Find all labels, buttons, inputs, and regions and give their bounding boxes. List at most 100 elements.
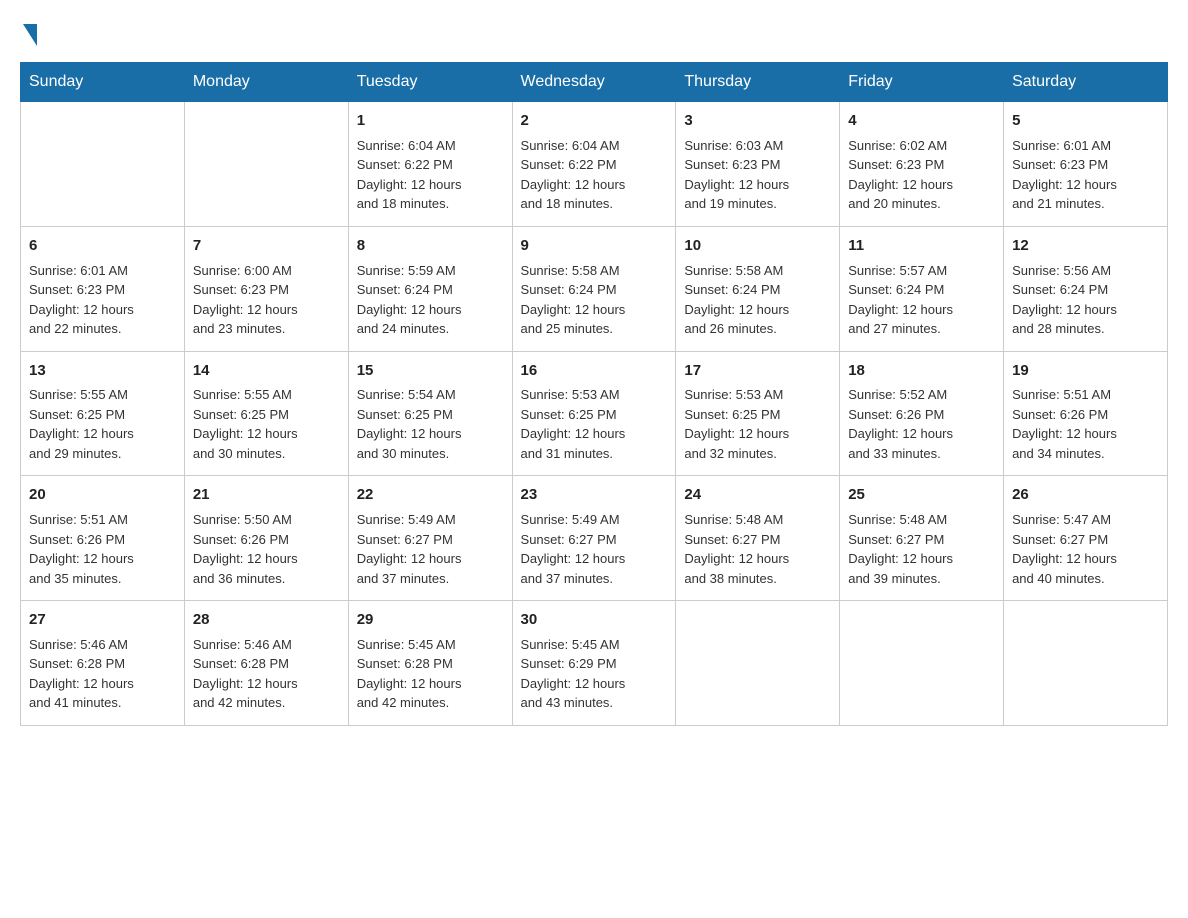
day-info: Sunrise: 5:46 AMSunset: 6:28 PMDaylight:… xyxy=(29,635,176,713)
calendar-cell xyxy=(21,102,185,227)
calendar-cell xyxy=(184,102,348,227)
calendar-cell xyxy=(676,601,840,726)
day-info: Sunrise: 6:01 AMSunset: 6:23 PMDaylight:… xyxy=(1012,136,1159,214)
calendar-cell: 27 Sunrise: 5:46 AMSunset: 6:28 PMDayligh… xyxy=(21,601,185,726)
calendar-cell: 11Sunrise: 5:57 AMSunset: 6:24 PMDayligh… xyxy=(840,226,1004,351)
day-number: 5 xyxy=(1012,110,1159,132)
day-info: Sunrise: 5:51 AMSunset: 6:26 PMDaylight:… xyxy=(29,510,176,588)
calendar-cell: 17 Sunrise: 5:53 AMSunset: 6:25 PMDayligh… xyxy=(676,351,840,476)
day-info: Sunrise: 5:45 AMSunset: 6:29 PMDaylight:… xyxy=(521,635,668,713)
calendar-cell: 14 Sunrise: 5:55 AMSunset: 6:25 PMDayligh… xyxy=(184,351,348,476)
day-info: Sunrise: 5:58 AMSunset: 6:24 PMDaylight:… xyxy=(521,261,668,339)
day-number: 28 xyxy=(193,609,340,631)
calendar-cell: 8 Sunrise: 5:59 AMSunset: 6:24 PMDaylight… xyxy=(348,226,512,351)
day-number: 9 xyxy=(521,235,668,257)
calendar-cell: 24 Sunrise: 5:48 AMSunset: 6:27 PMDayligh… xyxy=(676,476,840,601)
logo-triangle-icon xyxy=(23,24,37,46)
weekday-header-tuesday: Tuesday xyxy=(348,63,512,102)
day-number: 21 xyxy=(193,484,340,506)
day-number: 10 xyxy=(684,235,831,257)
day-number: 2 xyxy=(521,110,668,132)
day-info: Sunrise: 6:04 AMSunset: 6:22 PMDaylight:… xyxy=(521,136,668,214)
day-number: 3 xyxy=(684,110,831,132)
logo xyxy=(20,20,37,42)
calendar-cell: 4Sunrise: 6:02 AMSunset: 6:23 PMDaylight… xyxy=(840,102,1004,227)
day-number: 11 xyxy=(848,235,995,257)
day-number: 29 xyxy=(357,609,504,631)
calendar-cell: 10 Sunrise: 5:58 AMSunset: 6:24 PMDayligh… xyxy=(676,226,840,351)
day-number: 18 xyxy=(848,360,995,382)
day-number: 14 xyxy=(193,360,340,382)
calendar-week-5: 27 Sunrise: 5:46 AMSunset: 6:28 PMDayligh… xyxy=(21,601,1168,726)
calendar-cell: 7 Sunrise: 6:00 AMSunset: 6:23 PMDaylight… xyxy=(184,226,348,351)
day-number: 7 xyxy=(193,235,340,257)
day-number: 24 xyxy=(684,484,831,506)
calendar-week-1: 1 Sunrise: 6:04 AMSunset: 6:22 PMDaylight… xyxy=(21,102,1168,227)
day-info: Sunrise: 5:54 AMSunset: 6:25 PMDaylight:… xyxy=(357,385,504,463)
day-number: 13 xyxy=(29,360,176,382)
day-number: 4 xyxy=(848,110,995,132)
day-number: 16 xyxy=(521,360,668,382)
day-info: Sunrise: 5:58 AMSunset: 6:24 PMDaylight:… xyxy=(684,261,831,339)
day-info: Sunrise: 5:51 AMSunset: 6:26 PMDaylight:… xyxy=(1012,385,1159,463)
day-info: Sunrise: 5:55 AMSunset: 6:25 PMDaylight:… xyxy=(29,385,176,463)
day-info: Sunrise: 5:52 AMSunset: 6:26 PMDaylight:… xyxy=(848,385,995,463)
day-number: 25 xyxy=(848,484,995,506)
calendar-cell xyxy=(1004,601,1168,726)
calendar-cell: 21Sunrise: 5:50 AMSunset: 6:26 PMDayligh… xyxy=(184,476,348,601)
calendar-cell: 23 Sunrise: 5:49 AMSunset: 6:27 PMDayligh… xyxy=(512,476,676,601)
day-info: Sunrise: 5:55 AMSunset: 6:25 PMDaylight:… xyxy=(193,385,340,463)
calendar-cell: 26 Sunrise: 5:47 AMSunset: 6:27 PMDayligh… xyxy=(1004,476,1168,601)
day-number: 8 xyxy=(357,235,504,257)
weekday-header-friday: Friday xyxy=(840,63,1004,102)
day-info: Sunrise: 5:53 AMSunset: 6:25 PMDaylight:… xyxy=(684,385,831,463)
day-info: Sunrise: 6:01 AMSunset: 6:23 PMDaylight:… xyxy=(29,261,176,339)
calendar-cell: 28 Sunrise: 5:46 AMSunset: 6:28 PMDayligh… xyxy=(184,601,348,726)
calendar-cell: 30 Sunrise: 5:45 AMSunset: 6:29 PMDayligh… xyxy=(512,601,676,726)
weekday-header-thursday: Thursday xyxy=(676,63,840,102)
calendar-cell: 15 Sunrise: 5:54 AMSunset: 6:25 PMDayligh… xyxy=(348,351,512,476)
day-info: Sunrise: 6:04 AMSunset: 6:22 PMDaylight:… xyxy=(357,136,504,214)
calendar-cell: 20 Sunrise: 5:51 AMSunset: 6:26 PMDayligh… xyxy=(21,476,185,601)
weekday-header-sunday: Sunday xyxy=(21,63,185,102)
day-info: Sunrise: 5:47 AMSunset: 6:27 PMDaylight:… xyxy=(1012,510,1159,588)
calendar-week-4: 20 Sunrise: 5:51 AMSunset: 6:26 PMDayligh… xyxy=(21,476,1168,601)
day-number: 15 xyxy=(357,360,504,382)
day-number: 20 xyxy=(29,484,176,506)
day-number: 17 xyxy=(684,360,831,382)
weekday-header-monday: Monday xyxy=(184,63,348,102)
calendar-cell: 29 Sunrise: 5:45 AMSunset: 6:28 PMDayligh… xyxy=(348,601,512,726)
calendar-cell xyxy=(840,601,1004,726)
weekday-header-saturday: Saturday xyxy=(1004,63,1168,102)
weekday-header-wednesday: Wednesday xyxy=(512,63,676,102)
day-info: Sunrise: 5:53 AMSunset: 6:25 PMDaylight:… xyxy=(521,385,668,463)
day-info: Sunrise: 5:49 AMSunset: 6:27 PMDaylight:… xyxy=(357,510,504,588)
day-number: 19 xyxy=(1012,360,1159,382)
day-number: 27 xyxy=(29,609,176,631)
day-number: 26 xyxy=(1012,484,1159,506)
calendar-cell: 16 Sunrise: 5:53 AMSunset: 6:25 PMDayligh… xyxy=(512,351,676,476)
day-number: 1 xyxy=(357,110,504,132)
day-info: Sunrise: 5:49 AMSunset: 6:27 PMDaylight:… xyxy=(521,510,668,588)
calendar-header-row: SundayMondayTuesdayWednesdayThursdayFrid… xyxy=(21,63,1168,102)
day-number: 30 xyxy=(521,609,668,631)
page-header xyxy=(20,20,1168,42)
calendar-cell: 18 Sunrise: 5:52 AMSunset: 6:26 PMDayligh… xyxy=(840,351,1004,476)
calendar-week-3: 13 Sunrise: 5:55 AMSunset: 6:25 PMDayligh… xyxy=(21,351,1168,476)
calendar-cell: 22Sunrise: 5:49 AMSunset: 6:27 PMDayligh… xyxy=(348,476,512,601)
day-info: Sunrise: 5:45 AMSunset: 6:28 PMDaylight:… xyxy=(357,635,504,713)
day-number: 12 xyxy=(1012,235,1159,257)
day-info: Sunrise: 5:48 AMSunset: 6:27 PMDaylight:… xyxy=(684,510,831,588)
calendar-cell: 19 Sunrise: 5:51 AMSunset: 6:26 PMDayligh… xyxy=(1004,351,1168,476)
calendar-cell: 12Sunrise: 5:56 AMSunset: 6:24 PMDayligh… xyxy=(1004,226,1168,351)
day-info: Sunrise: 6:00 AMSunset: 6:23 PMDaylight:… xyxy=(193,261,340,339)
calendar-week-2: 6 Sunrise: 6:01 AMSunset: 6:23 PMDaylight… xyxy=(21,226,1168,351)
calendar-cell: 5 Sunrise: 6:01 AMSunset: 6:23 PMDaylight… xyxy=(1004,102,1168,227)
day-number: 23 xyxy=(521,484,668,506)
day-info: Sunrise: 5:46 AMSunset: 6:28 PMDaylight:… xyxy=(193,635,340,713)
day-info: Sunrise: 5:59 AMSunset: 6:24 PMDaylight:… xyxy=(357,261,504,339)
day-number: 6 xyxy=(29,235,176,257)
calendar-cell: 3Sunrise: 6:03 AMSunset: 6:23 PMDaylight… xyxy=(676,102,840,227)
calendar-table: SundayMondayTuesdayWednesdayThursdayFrid… xyxy=(20,62,1168,726)
calendar-cell: 25Sunrise: 5:48 AMSunset: 6:27 PMDayligh… xyxy=(840,476,1004,601)
